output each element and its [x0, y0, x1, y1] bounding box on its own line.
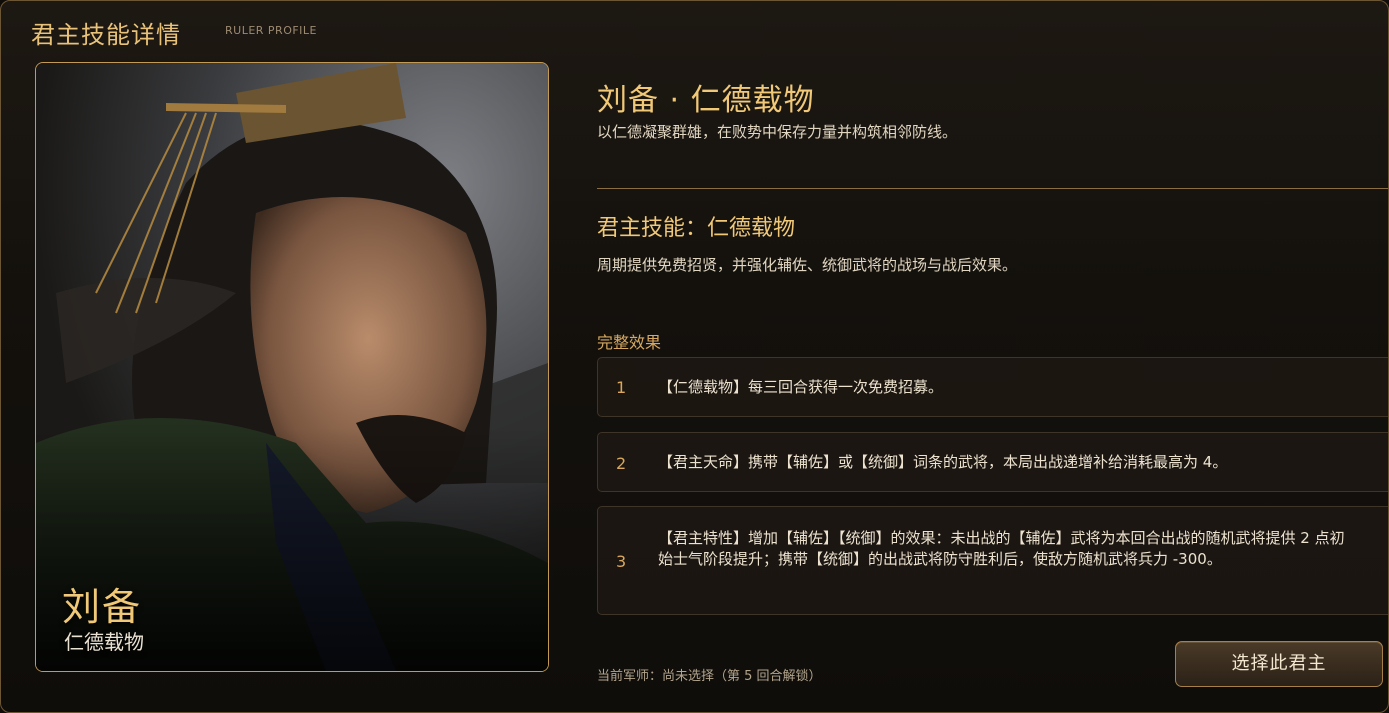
select-ruler-button[interactable]: 选择此君主 [1175, 641, 1383, 687]
effect-item: 1 【仁德载物】每三回合获得一次免费招募。 [597, 357, 1388, 417]
section-divider [597, 188, 1388, 189]
effect-text: 【仁德载物】每三回合获得一次免费招募。 [658, 378, 944, 396]
effect-text: 【君主天命】携带【辅佐】或【统御】词条的武将，本局出战递增补给消耗最高为 4。 [658, 453, 1228, 471]
ruler-profile-panel: 君主技能详情 RULER PROFILE 刘备 仁德载物 刘备 · 仁德载物 以… [0, 0, 1389, 713]
page-subtitle: RULER PROFILE [225, 24, 317, 37]
skill-title: 刘备 · 仁德载物 [597, 83, 815, 118]
effect-number: 2 [616, 454, 627, 473]
effect-number: 1 [616, 378, 627, 397]
portrait-name: 刘备 [62, 585, 143, 629]
skill-description: 以仁德凝聚群雄，在败势中保存力量并构筑相邻防线。 [597, 123, 958, 141]
page-title: 君主技能详情 [31, 21, 181, 49]
effects-label: 完整效果 [597, 333, 662, 352]
effect-text: 【君主特性】增加【辅佐】【统御】的效果：未出战的【辅佐】武将为本回合出战的随机武… [658, 529, 1345, 568]
advisor-status: 当前军师：尚未选择（第 5 回合解锁） [597, 669, 822, 684]
effect-number: 3 [616, 552, 627, 571]
effect-item: 3 【君主特性】增加【辅佐】【统御】的效果：未出战的【辅佐】武将为本回合出战的随… [597, 506, 1388, 615]
effect-item: 2 【君主天命】携带【辅佐】或【统御】词条的武将，本局出战递增补给消耗最高为 4… [597, 432, 1388, 492]
ruler-portrait: 刘备 仁德载物 [35, 62, 549, 672]
portrait-title: 仁德载物 [64, 630, 144, 654]
ruler-skill-description: 周期提供免费招贤，并强化辅佐、统御武将的战场与战后效果。 [597, 256, 1018, 274]
ruler-skill-title: 君主技能：仁德载物 [597, 216, 796, 241]
